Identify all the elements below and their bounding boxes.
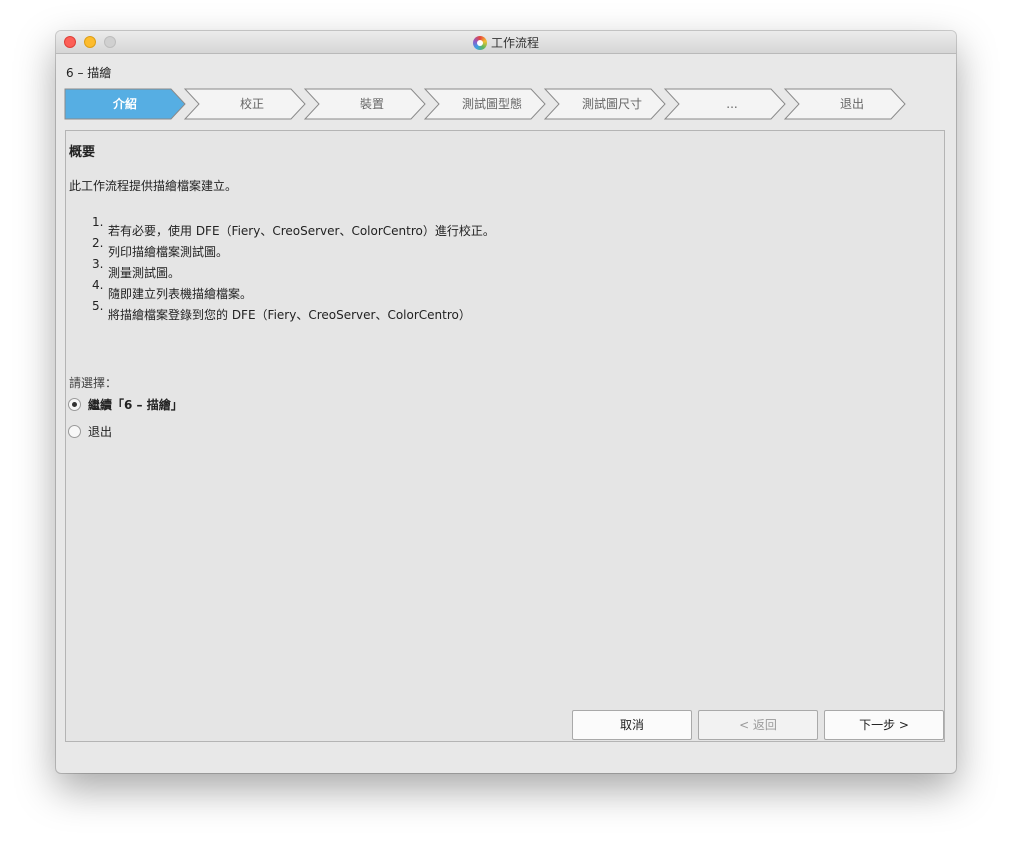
cancel-button[interactable]: 取消 (572, 710, 692, 740)
step-breadcrumb: 介紹 校正 裝置 測試圖型態 測試圖尺寸 ... 退出 (64, 88, 925, 120)
workflow-window: 工作流程 6 – 描繪 介紹 校正 裝置 測試圖型態 測試圖尺寸 ... 退出 … (56, 31, 956, 773)
exit-option[interactable]: 退出 (68, 422, 112, 440)
workflow-name: 6 – 描繪 (66, 66, 112, 80)
step-chart-type[interactable]: 測試圖型態 (439, 89, 545, 119)
back-button[interactable]: < 返回 (698, 710, 818, 740)
step-chart-size[interactable]: 測試圖尺寸 (559, 89, 665, 119)
continue-option[interactable]: 繼續「6 – 描繪」 (68, 395, 183, 413)
list-text: 列印描繪檔案測試圖。 (108, 245, 229, 259)
continue-label[interactable]: 繼續「6 – 描繪」 (88, 396, 183, 413)
list-number: 2. (92, 236, 104, 250)
step-intro[interactable]: 介紹 (65, 89, 185, 119)
window-title-group: 工作流程 (56, 34, 956, 51)
content-panel: 概要 此工作流程提供描繪檔案建立。 1. 若有必要，使用 DFE（Fiery、Cr… (65, 130, 945, 742)
choose-label: 請選擇： (69, 376, 118, 390)
list-number: 4. (92, 278, 104, 292)
list-text: 測量測試圖。 (108, 266, 181, 280)
list-number: 1. (92, 215, 104, 229)
exit-label[interactable]: 退出 (88, 423, 112, 440)
title-bar: 工作流程 (56, 31, 956, 54)
step-calibrate[interactable]: 校正 (199, 89, 305, 119)
continue-radio[interactable] (68, 397, 81, 411)
step-device[interactable]: 裝置 (319, 89, 425, 119)
step-exit[interactable]: 退出 (799, 89, 905, 119)
next-button[interactable]: 下一步 > (824, 710, 944, 740)
list-number: 5. (92, 299, 104, 313)
window-title: 工作流程 (490, 36, 539, 50)
list-text: 隨即建立列表機描繪檔案。 (108, 287, 253, 301)
list-number: 3. (92, 257, 104, 271)
overview-description: 此工作流程提供描繪檔案建立。 (69, 179, 238, 193)
list-text: 將描繪檔案登錄到您的 DFE（Fiery、CreoServer、ColorCen… (108, 308, 471, 322)
exit-radio[interactable] (68, 424, 81, 438)
app-icon (472, 36, 487, 50)
step-more[interactable]: ... (679, 89, 785, 119)
list-text: 若有必要，使用 DFE（Fiery、CreoServer、ColorCentro… (108, 224, 495, 238)
overview-heading: 概要 (69, 145, 96, 160)
